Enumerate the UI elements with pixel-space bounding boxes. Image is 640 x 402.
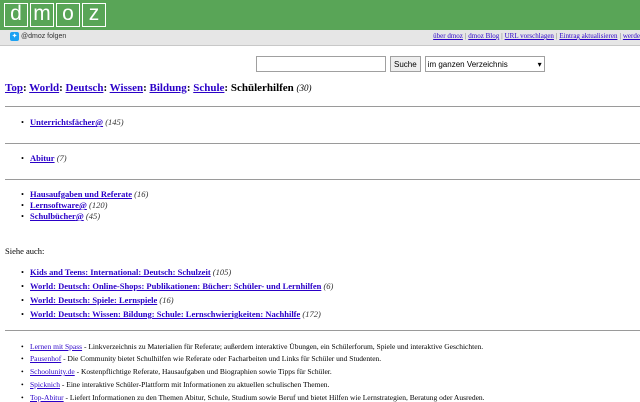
category-count: (16) <box>134 189 149 199</box>
logo-letter-d: d <box>4 3 28 27</box>
link-about-dmoz[interactable]: über dmoz <box>433 32 463 40</box>
bullet-icon: • <box>21 281 24 291</box>
category-link[interactable]: Schulbücher <box>30 211 76 221</box>
category-item: • Hausaufgaben und Referate (16) <box>21 189 148 199</box>
search-button[interactable]: Suche <box>390 56 421 72</box>
bullet-icon: • <box>21 200 24 210</box>
divider <box>5 143 640 144</box>
divider <box>5 330 640 331</box>
see-also-link[interactable]: World: Deutsch: Wissen: Bildung: Schule:… <box>30 309 300 319</box>
see-also-link[interactable]: World: Deutsch: Spiele: Lernspiele <box>30 295 157 305</box>
see-also-item: • Kids and Teens: International: Deutsch:… <box>21 267 231 277</box>
see-also-item: • World: Deutsch: Spiele: Lernspiele (16) <box>21 295 174 305</box>
site-listing: • Schoolunity.de - Kostenpflichtige Refer… <box>21 367 332 376</box>
site-description: - Eine interaktive Schüler-Plattform mit… <box>60 380 330 389</box>
see-also-count: (172) <box>302 309 321 319</box>
link-become-editor[interactable]: werde E <box>623 32 640 40</box>
top-links: über dmoz | dmoz Blog | URL vorschlagen | Eint… <box>433 32 640 40</box>
see-also-label: Siehe auch: <box>5 246 45 256</box>
divider <box>5 106 640 107</box>
bullet-icon: • <box>21 354 24 363</box>
search-form: Suche im ganzen Verzeichnis ▾ <box>256 56 545 72</box>
category-link[interactable]: Hausaufgaben und Referate <box>30 189 132 199</box>
twitter-follow-label: @dmoz folgen <box>21 33 67 40</box>
bullet-icon: • <box>21 211 24 221</box>
bullet-icon: • <box>21 380 24 389</box>
breadcrumb-schule[interactable]: Schule <box>193 82 224 94</box>
site-listing: • Top-Abitur - Liefert Informationen zu d… <box>21 393 485 402</box>
category-item: • Lernsoftware@ (120) <box>21 200 108 210</box>
breadcrumb-deutsch[interactable]: Deutsch <box>66 82 104 94</box>
page-count: (30) <box>296 83 312 93</box>
breadcrumb-wissen[interactable]: Wissen <box>110 82 143 94</box>
bullet-icon: • <box>21 342 24 351</box>
category-item: • Abitur (7) <box>21 153 67 163</box>
bullet-icon: • <box>21 367 24 376</box>
category-link[interactable]: Unterrichtsfächer <box>30 117 95 127</box>
bullet-icon: • <box>21 189 24 199</box>
bullet-icon: • <box>21 117 24 127</box>
twitter-bird-icon: ✦ <box>10 32 19 41</box>
site-description: - Die Community bietet Schulhilfen wie R… <box>61 354 382 363</box>
site-listing: • Lernen mit Spass - Linkverzeichnis zu M… <box>21 342 483 351</box>
logo-letter-z: z <box>82 3 106 27</box>
logo-letter-o: o <box>56 3 80 27</box>
chevron-down-icon: ▾ <box>537 59 542 69</box>
category-item: • Schulbücher@ (45) <box>21 211 101 221</box>
logo-letter-m: m <box>30 3 54 27</box>
see-also-count: (16) <box>159 295 174 305</box>
category-count: (145) <box>105 117 124 127</box>
see-also-count: (105) <box>212 267 232 277</box>
category-link[interactable]: Lernsoftware <box>30 200 79 210</box>
link-suggest-url[interactable]: URL vorschlagen <box>505 32 554 40</box>
site-description: - Kostenpflichtige Referate, Hausaufgabe… <box>74 367 332 376</box>
search-scope-value: im ganzen Verzeichnis <box>427 59 508 69</box>
bullet-icon: • <box>21 267 24 277</box>
see-also-item: • World: Deutsch: Online-Shops: Publikati… <box>21 281 333 291</box>
bullet-icon: • <box>21 309 24 319</box>
site-description: - Liefert Informationen zu den Themen Ab… <box>63 393 485 402</box>
bullet-icon: • <box>21 295 24 305</box>
site-link[interactable]: Lernen mit Spass <box>30 342 82 351</box>
site-link[interactable]: Schoolunity.de <box>30 367 75 376</box>
category-count: (120) <box>89 200 108 210</box>
dmoz-logo[interactable]: d m o z <box>4 3 106 27</box>
category-item: • Unterrichtsfächer@ (145) <box>21 117 124 127</box>
site-link[interactable]: Top-Abitur <box>30 393 64 402</box>
link-dmoz-blog[interactable]: dmoz Blog <box>468 32 499 40</box>
page-title: Schülerhilfen <box>230 82 294 94</box>
breadcrumb-top[interactable]: Top <box>5 82 23 94</box>
category-count: (7) <box>56 153 67 163</box>
category-link[interactable]: Abitur <box>30 153 55 163</box>
site-link[interactable]: Spicknich <box>30 380 60 389</box>
breadcrumb-world[interactable]: World <box>29 82 59 94</box>
search-scope-select[interactable]: im ganzen Verzeichnis ▾ <box>424 56 545 72</box>
see-also-item: • World: Deutsch: Wissen: Bildung: Schule… <box>21 309 321 319</box>
breadcrumb-bildung[interactable]: Bildung <box>150 82 187 94</box>
site-listing: • Pausenhof - Die Community bietet Schulh… <box>21 354 381 363</box>
bullet-icon: • <box>21 153 24 163</box>
sub-header-bar: ✦ @dmoz folgen über dmoz | dmoz Blog | URL v… <box>0 30 640 46</box>
see-also-link[interactable]: World: Deutsch: Online-Shops: Publikatio… <box>30 281 321 291</box>
category-count: (45) <box>85 211 101 221</box>
divider <box>5 179 640 180</box>
site-description: - Linkverzeichnis zu Materialien für Ref… <box>82 342 484 351</box>
bullet-icon: • <box>21 393 24 402</box>
breadcrumb: Top: World: Deutsch: Wissen: Bildung: Sc… <box>5 82 312 94</box>
top-header-bar: d m o z <box>0 0 640 30</box>
search-input[interactable] <box>256 56 386 72</box>
twitter-follow-button[interactable]: ✦ @dmoz folgen <box>10 32 66 41</box>
see-also-count: (6) <box>323 281 334 291</box>
see-also-link[interactable]: Kids and Teens: International: Deutsch: … <box>30 267 211 277</box>
site-listing: • Spicknich - Eine interaktive Schüler-Pl… <box>21 380 329 389</box>
site-link[interactable]: Pausenhof <box>30 354 61 363</box>
link-update-listing[interactable]: Eintrag aktualisieren <box>559 32 617 40</box>
